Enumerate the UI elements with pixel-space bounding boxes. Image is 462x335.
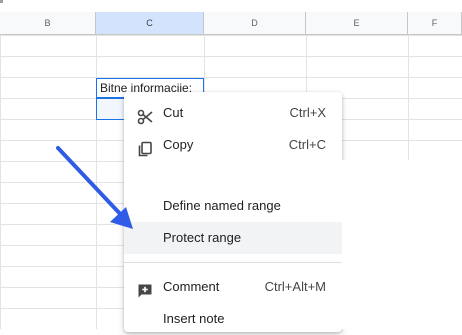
menu-item-copy[interactable]: Copy Ctrl+C xyxy=(124,129,342,161)
menu-divider xyxy=(124,262,342,263)
menu-item-shortcut: Ctrl+C xyxy=(288,137,326,152)
menu-item-shortcut: Ctrl+Alt+M xyxy=(264,279,326,294)
top-mark xyxy=(0,0,3,3)
menu-item-label: Comment xyxy=(163,279,220,294)
scissors-icon xyxy=(137,105,153,125)
column-header-f[interactable]: F xyxy=(408,12,462,34)
menu-item-shortcut: Ctrl+X xyxy=(289,105,326,120)
comment-add-icon xyxy=(137,279,153,298)
menu-item-label: Define named range xyxy=(163,198,281,213)
column-header-d[interactable]: D xyxy=(204,12,306,34)
menu-item-comment[interactable]: Comment Ctrl+Alt+M xyxy=(124,271,342,303)
column-header-b[interactable]: B xyxy=(0,12,96,34)
menu-item-label: Protect range xyxy=(163,230,242,245)
column-header-row: B C D E F xyxy=(0,12,462,35)
menu-item-protect-range[interactable]: Protect range xyxy=(124,222,342,254)
cropped-gap xyxy=(342,187,462,329)
menu-item-label: Copy xyxy=(163,137,194,152)
column-header-e[interactable]: E xyxy=(306,12,408,34)
menu-item-cut[interactable]: Cut Ctrl+X xyxy=(124,97,342,129)
cropped-gap xyxy=(124,160,462,187)
menu-item-define-named-range[interactable]: Define named range xyxy=(124,190,342,222)
top-strip xyxy=(0,0,462,12)
context-menu: Cut Ctrl+X Copy Ctrl+C Define named rang… xyxy=(124,92,342,332)
column-header-c[interactable]: C xyxy=(96,12,204,34)
menu-item-label: Cut xyxy=(163,105,184,120)
menu-item-insert-note[interactable]: Insert note xyxy=(124,303,342,335)
copy-icon xyxy=(137,137,153,157)
menu-item-label: Insert note xyxy=(163,311,225,326)
